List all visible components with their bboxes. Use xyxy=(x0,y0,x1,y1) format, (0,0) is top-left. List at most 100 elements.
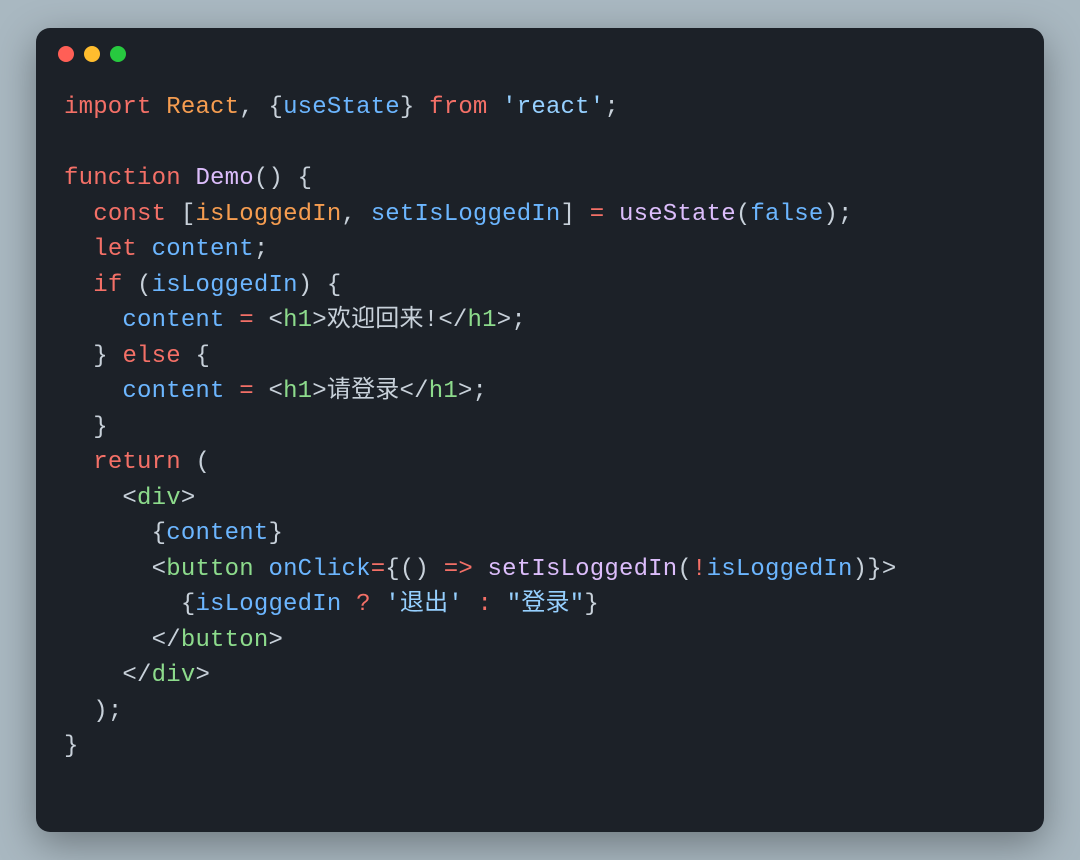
code-token: >; xyxy=(497,307,526,334)
code-token: import xyxy=(64,94,152,121)
code-token xyxy=(488,94,503,121)
code-token xyxy=(473,556,488,583)
code-token: > xyxy=(181,485,196,512)
code-line: } xyxy=(64,414,108,441)
code-line: </button> xyxy=(64,627,283,654)
code-token: content xyxy=(122,378,224,405)
code-token: isLoggedIn xyxy=(195,201,341,228)
code-line: let content; xyxy=(64,236,268,263)
code-token: >; xyxy=(458,378,487,405)
code-token: isLoggedIn xyxy=(152,272,298,299)
code-token: = xyxy=(239,307,254,334)
code-line: content = <h1>欢迎回来!</h1>; xyxy=(64,307,526,334)
code-window: import React, {useState} from 'react'; f… xyxy=(36,28,1044,832)
code-token: > xyxy=(312,307,327,334)
code-line: const [isLoggedIn, setIsLoggedIn] = useS… xyxy=(64,201,853,228)
code-token: } xyxy=(400,94,429,121)
code-editor[interactable]: import React, {useState} from 'react'; f… xyxy=(36,80,1044,832)
code-token: = xyxy=(590,201,605,228)
code-token: 请登录 xyxy=(327,378,400,405)
code-token: 欢迎回来! xyxy=(327,307,438,334)
code-token: ) { xyxy=(298,272,342,299)
code-token xyxy=(604,201,619,228)
code-token xyxy=(371,591,386,618)
code-token xyxy=(152,94,167,121)
code-token: '退出' xyxy=(385,591,463,618)
code-token: setIsLoggedIn xyxy=(488,556,678,583)
code-token: { xyxy=(181,591,196,618)
code-token: </ xyxy=(122,662,151,689)
code-token: , { xyxy=(239,94,283,121)
code-token xyxy=(341,591,356,618)
code-token: , xyxy=(341,201,370,228)
code-token: div xyxy=(137,485,181,512)
code-token: h1 xyxy=(429,378,458,405)
code-token: return xyxy=(93,449,181,476)
code-token: h1 xyxy=(283,378,312,405)
zoom-icon[interactable] xyxy=(110,46,126,62)
code-line: <div> xyxy=(64,485,195,512)
code-token: h1 xyxy=(468,307,497,334)
code-token: useState xyxy=(619,201,736,228)
code-token: } xyxy=(93,343,122,370)
code-line: function Demo() { xyxy=(64,165,312,192)
code-token: </ xyxy=(438,307,467,334)
code-token: content xyxy=(166,520,268,547)
code-token: </ xyxy=(400,378,429,405)
code-token: 'react' xyxy=(502,94,604,121)
code-line: ); xyxy=(64,698,122,725)
code-token: } xyxy=(93,414,108,441)
code-token: div xyxy=(152,662,196,689)
code-token: } xyxy=(584,591,599,618)
code-token: else xyxy=(122,343,180,370)
code-token: function xyxy=(64,165,181,192)
code-line: if (isLoggedIn) { xyxy=(64,272,342,299)
code-token: ( xyxy=(181,449,210,476)
code-token: const xyxy=(93,201,166,228)
code-token: ( xyxy=(736,201,751,228)
code-token: ; xyxy=(604,94,619,121)
code-token: </ xyxy=(152,627,181,654)
code-token xyxy=(181,165,196,192)
code-token: onClick xyxy=(268,556,370,583)
minimize-icon[interactable] xyxy=(84,46,100,62)
close-icon[interactable] xyxy=(58,46,74,62)
code-token: )}> xyxy=(853,556,897,583)
code-line: </div> xyxy=(64,662,210,689)
code-token xyxy=(137,236,152,263)
code-token: < xyxy=(254,378,283,405)
code-token: = xyxy=(371,556,386,583)
code-token: { xyxy=(152,520,167,547)
code-token: } xyxy=(64,733,79,760)
code-line: <button onClick={() => setIsLoggedIn(!is… xyxy=(64,556,896,583)
code-token: from xyxy=(429,94,487,121)
code-token: ); xyxy=(823,201,852,228)
page-background: import React, {useState} from 'react'; f… xyxy=(0,0,1080,860)
code-token xyxy=(463,591,478,618)
code-line: return ( xyxy=(64,449,210,476)
code-token: < xyxy=(122,485,137,512)
code-token xyxy=(254,556,269,583)
code-token: ] xyxy=(561,201,590,228)
code-token xyxy=(225,307,240,334)
code-token: < xyxy=(254,307,283,334)
code-token: useState xyxy=(283,94,400,121)
code-token xyxy=(492,591,507,618)
code-token: React xyxy=(166,94,239,121)
code-token: content xyxy=(122,307,224,334)
code-token: let xyxy=(93,236,137,263)
code-token: > xyxy=(268,627,283,654)
code-token: ( xyxy=(122,272,151,299)
code-token: = xyxy=(239,378,254,405)
code-token: ); xyxy=(93,698,122,725)
code-token: "登录" xyxy=(507,591,585,618)
code-token: button xyxy=(166,556,254,583)
window-titlebar xyxy=(36,28,1044,80)
code-token: ! xyxy=(692,556,707,583)
code-token: => xyxy=(444,556,473,583)
code-token: [ xyxy=(166,201,195,228)
code-token: false xyxy=(750,201,823,228)
code-token: ( xyxy=(677,556,692,583)
code-token: > xyxy=(195,662,210,689)
code-token: isLoggedIn xyxy=(195,591,341,618)
